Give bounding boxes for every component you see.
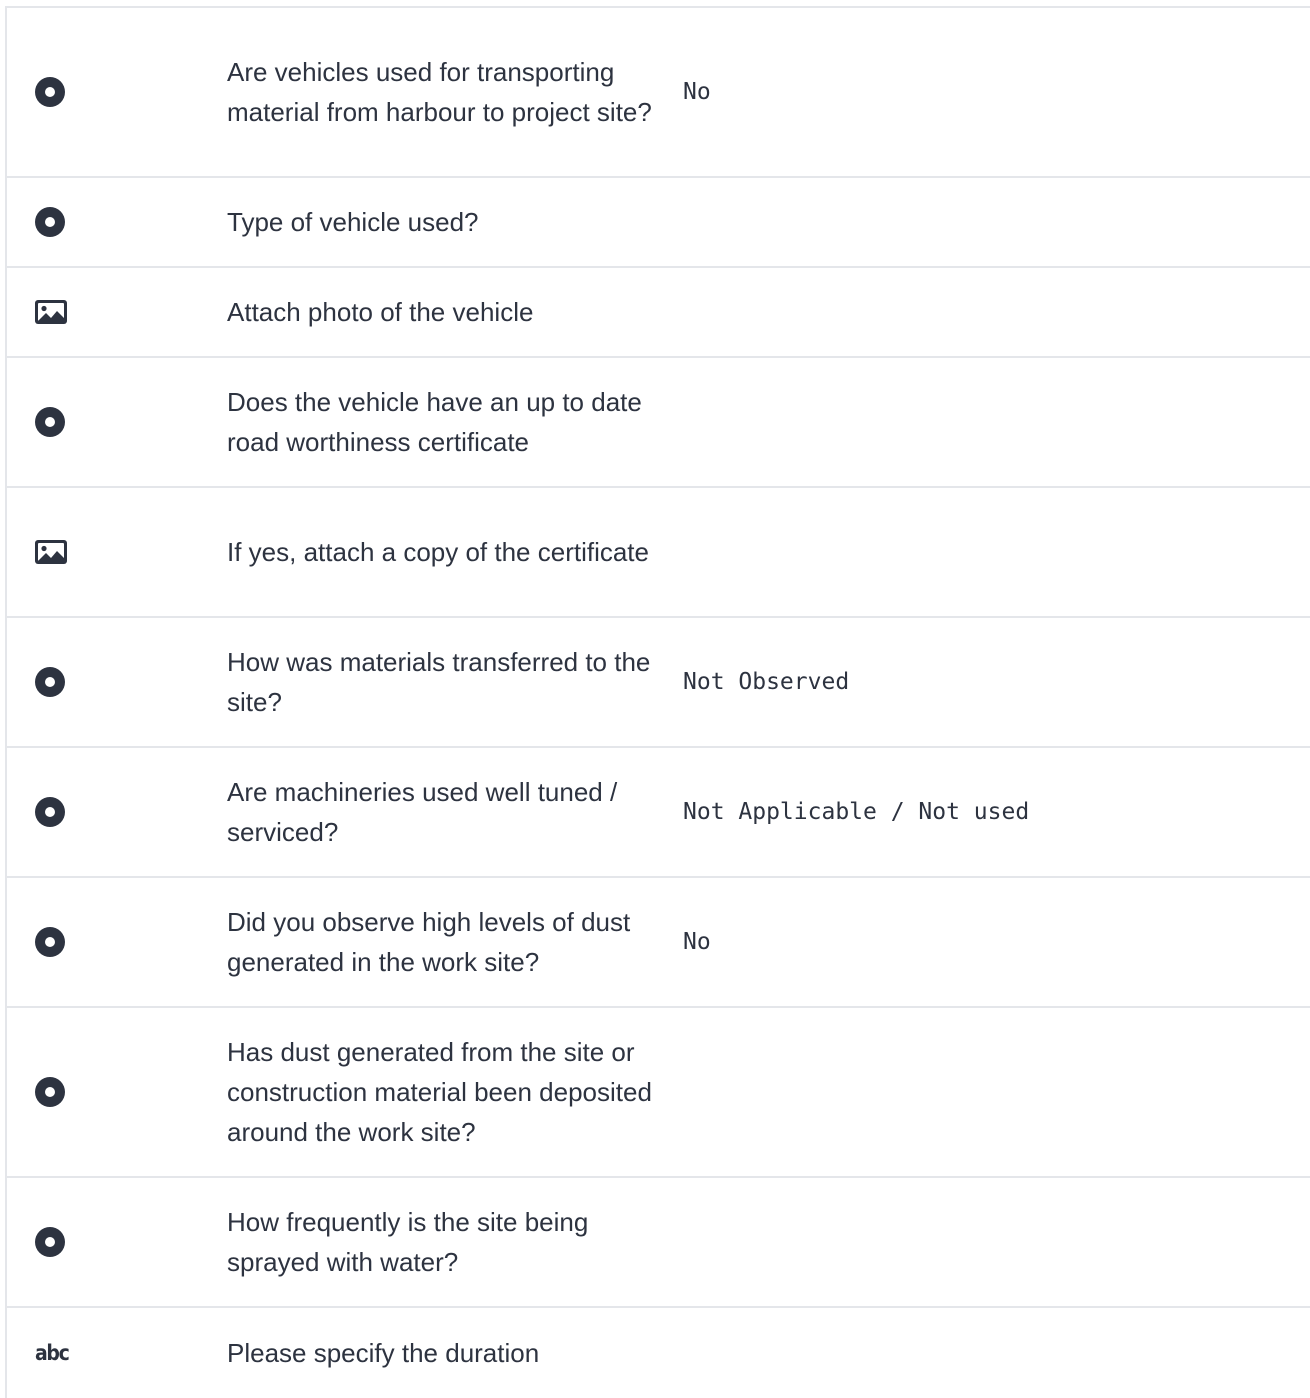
question-text: Does the vehicle have an up to date road… [227, 387, 642, 457]
radio-icon [35, 667, 65, 697]
table-row: If yes, attach a copy of the certificate [7, 488, 1310, 618]
question-text: Type of vehicle used? [227, 207, 479, 237]
radio-icon [35, 1227, 65, 1257]
questions-table: Are vehicles used for transporting mater… [5, 6, 1310, 1398]
table-row: Are machineries used well tuned / servic… [7, 748, 1310, 878]
radio-icon [35, 797, 65, 827]
question-text: Please specify the duration [227, 1338, 540, 1368]
answer-text: No [683, 79, 711, 105]
answer-text: No [683, 929, 711, 955]
question-text: Are vehicles used for transporting mater… [227, 57, 652, 127]
answer-text: Not Applicable / Not used [683, 799, 1030, 825]
question-text: Did you observe high levels of dust gene… [227, 907, 631, 977]
question-text: Attach photo of the vehicle [227, 297, 534, 327]
image-icon [35, 540, 67, 564]
table-row: How was materials transferred to the sit… [7, 618, 1310, 748]
table-row: How frequently is the site being sprayed… [7, 1178, 1310, 1308]
radio-icon [35, 407, 65, 437]
text-field-icon: abc [35, 1341, 70, 1365]
image-icon [35, 300, 67, 324]
table-row: Has dust generated from the site or cons… [7, 1008, 1310, 1178]
radio-icon [35, 207, 65, 237]
table-row: abc Please specify the duration [7, 1308, 1310, 1398]
table-row: Are vehicles used for transporting mater… [7, 8, 1310, 178]
radio-icon [35, 1077, 65, 1107]
table-row: Did you observe high levels of dust gene… [7, 878, 1310, 1008]
question-text: Are machineries used well tuned / servic… [227, 777, 618, 847]
table-row: Does the vehicle have an up to date road… [7, 358, 1310, 488]
question-text: If yes, attach a copy of the certificate [227, 537, 649, 567]
answer-text: Not Observed [683, 669, 850, 695]
question-text: How was materials transferred to the sit… [227, 647, 651, 717]
radio-icon [35, 77, 65, 107]
radio-icon [35, 927, 65, 957]
question-text: Has dust generated from the site or cons… [227, 1037, 652, 1147]
table-row: Attach photo of the vehicle [7, 268, 1310, 358]
table-row: Type of vehicle used? [7, 178, 1310, 268]
question-text: How frequently is the site being sprayed… [227, 1207, 589, 1277]
